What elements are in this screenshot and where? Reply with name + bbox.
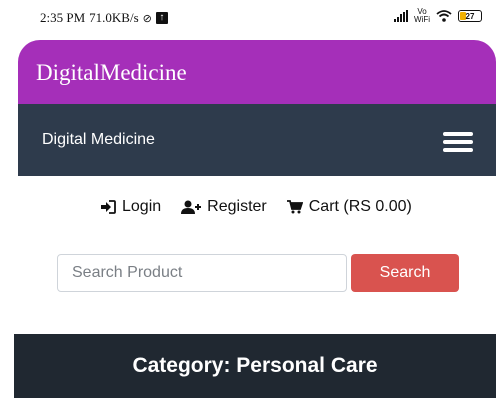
network-speed: 71.0KB/s [89,10,139,25]
auth-links: Login Register Cart (RS 0.00) [100,198,412,216]
vowifi-icon: Vo WiFi [414,7,430,24]
search-button[interactable]: Search [351,254,459,292]
battery-icon: 27 [458,10,482,22]
search-input[interactable] [57,254,347,292]
wifi-icon [436,10,452,22]
app-title: DigitalMedicine [36,60,187,85]
upload-icon: ↑ [155,12,168,24]
shopping-cart-icon [286,200,303,214]
no-sync-icon: ⊘ [142,12,152,25]
login-link[interactable]: Login [100,198,161,216]
login-label: Login [122,198,162,215]
navbar: Digital Medicine [18,104,496,176]
app-bar: DigitalMedicine [18,40,496,104]
signal-icon [394,10,408,22]
category-title: Category: Personal Care [132,354,378,377]
status-left: 2:35 PM 71.0KB/s ⊘ ↑ [40,10,168,26]
category-banner: Category: Personal Care [14,334,496,398]
cart-label: Cart (RS 0.00) [308,198,412,215]
user-plus-icon [181,200,202,214]
status-time: 2:35 PM [40,10,86,25]
hamburger-menu-icon[interactable] [443,132,473,152]
navbar-brand[interactable]: Digital Medicine [42,131,155,149]
status-right: Vo WiFi 27 [394,8,482,24]
register-link[interactable]: Register [181,198,267,216]
register-label: Register [207,198,267,215]
status-bar: 2:35 PM 71.0KB/s ⊘ ↑ Vo WiFi 27 [0,0,496,40]
cart-link[interactable]: Cart (RS 0.00) [286,198,412,216]
sign-in-icon [101,200,116,214]
battery-level: 27 [465,11,475,21]
